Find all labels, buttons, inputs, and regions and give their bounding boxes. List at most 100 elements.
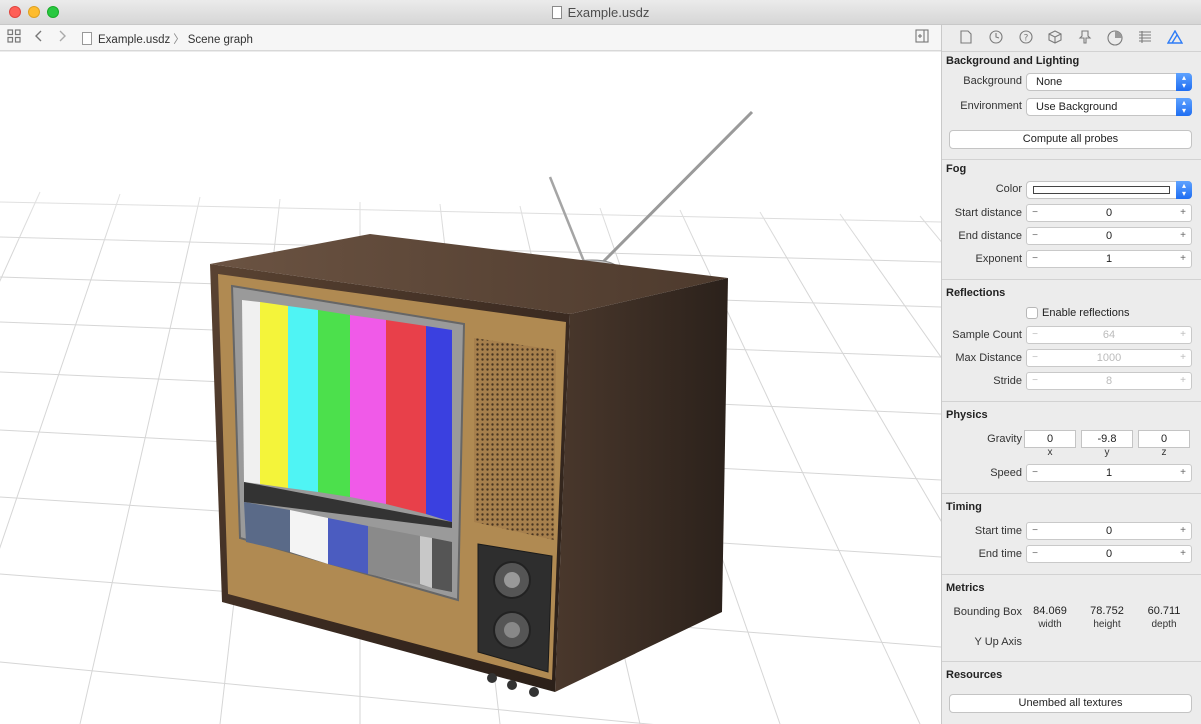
decrement-button[interactable]: − bbox=[1029, 205, 1041, 221]
document-icon bbox=[551, 6, 562, 19]
speed-value[interactable]: 1 bbox=[1041, 465, 1177, 481]
button-1 bbox=[487, 673, 497, 683]
divider bbox=[942, 574, 1201, 575]
sample-count-stepper[interactable]: −64 + bbox=[1026, 326, 1192, 344]
material-icon[interactable] bbox=[1107, 30, 1123, 46]
document-icon bbox=[82, 32, 92, 45]
start-time-label: Start time bbox=[974, 525, 1022, 537]
fog-color-swatch bbox=[1033, 186, 1170, 194]
fog-exponent-stepper[interactable]: −1 + bbox=[1026, 250, 1192, 268]
decrement-button[interactable]: − bbox=[1029, 373, 1041, 389]
environment-popup[interactable]: Use Background ▴ ▾ bbox=[1026, 98, 1192, 116]
stride-stepper[interactable]: −8 + bbox=[1026, 372, 1192, 390]
gravity-label: Gravity bbox=[987, 433, 1022, 445]
layers-icon[interactable] bbox=[1137, 30, 1153, 46]
compute-all-probes-button[interactable]: Compute all probes bbox=[949, 130, 1192, 149]
bbox-width-label: width bbox=[1038, 619, 1062, 630]
fog-end-stepper[interactable]: −0 + bbox=[1026, 227, 1192, 245]
speed-stepper[interactable]: −1 + bbox=[1026, 464, 1192, 482]
bbox-height-value: 78.752 bbox=[1090, 605, 1124, 617]
section-title-physics: Physics bbox=[946, 409, 988, 421]
bbox-width-value: 84.069 bbox=[1033, 605, 1067, 617]
increment-button[interactable]: + bbox=[1177, 465, 1189, 481]
increment-button[interactable]: + bbox=[1177, 350, 1189, 366]
background-popup[interactable]: None ▴ ▾ bbox=[1026, 73, 1192, 91]
background-label: Background bbox=[963, 75, 1022, 87]
fog-start-stepper[interactable]: −0 + bbox=[1026, 204, 1192, 222]
fog-end-label: End distance bbox=[958, 230, 1022, 242]
increment-button[interactable]: + bbox=[1177, 251, 1189, 267]
window-title-text: Example.usdz bbox=[567, 5, 650, 20]
fog-end-value[interactable]: 0 bbox=[1041, 228, 1177, 244]
sample-count-value[interactable]: 64 bbox=[1041, 327, 1177, 343]
speaker-grill bbox=[474, 338, 556, 540]
color-bars bbox=[242, 300, 452, 592]
fog-color-label: Color bbox=[995, 183, 1022, 195]
start-time-value[interactable]: 0 bbox=[1041, 523, 1177, 539]
divider bbox=[942, 661, 1201, 662]
popup-arrows-icon: ▴ ▾ bbox=[1176, 181, 1192, 199]
forward-icon[interactable] bbox=[57, 29, 67, 46]
start-time-stepper[interactable]: −0 + bbox=[1026, 522, 1192, 540]
end-time-label: End time bbox=[978, 548, 1022, 560]
popup-arrows-icon: ▴ ▾ bbox=[1176, 98, 1192, 116]
decrement-button[interactable]: − bbox=[1029, 465, 1041, 481]
divider bbox=[942, 493, 1201, 494]
gravity-z-field[interactable]: 0 bbox=[1138, 430, 1190, 448]
file-icon[interactable] bbox=[958, 30, 974, 46]
bbox-depth-label: depth bbox=[1151, 619, 1177, 630]
section-title-background-lighting: Background and Lighting bbox=[946, 55, 1080, 67]
max-distance-stepper[interactable]: −1000 + bbox=[1026, 349, 1192, 367]
max-distance-value[interactable]: 1000 bbox=[1041, 350, 1177, 366]
unembed-textures-button[interactable]: Unembed all textures bbox=[949, 694, 1192, 713]
gravity-x-field[interactable]: 0 bbox=[1024, 430, 1076, 448]
bbox-depth-value: 60.711 bbox=[1147, 605, 1181, 617]
scene-icon[interactable] bbox=[1166, 29, 1184, 46]
breadcrumb-separator: 〉 bbox=[173, 34, 185, 46]
sample-count-label: Sample Count bbox=[952, 329, 1022, 341]
popup-arrows-icon: ▴ ▾ bbox=[1176, 73, 1192, 91]
node-icon[interactable] bbox=[1077, 30, 1093, 46]
help-icon[interactable]: ? bbox=[1018, 30, 1034, 46]
toggle-inspector-icon[interactable] bbox=[915, 29, 929, 46]
stride-label: Stride bbox=[993, 375, 1022, 387]
gravity-y-field[interactable]: -9.8 bbox=[1081, 430, 1133, 448]
breadcrumb-scene-graph[interactable]: Scene graph bbox=[188, 34, 253, 46]
increment-button[interactable]: + bbox=[1177, 546, 1189, 562]
divider bbox=[942, 401, 1201, 402]
breadcrumb-file[interactable]: Example.usdz bbox=[98, 34, 170, 46]
decrement-button[interactable]: − bbox=[1029, 523, 1041, 539]
breadcrumb: Example.usdz 〉 Scene graph bbox=[82, 31, 253, 47]
end-time-stepper[interactable]: −0 + bbox=[1026, 545, 1192, 563]
fog-color-well[interactable]: ▴ ▾ bbox=[1026, 181, 1192, 199]
enable-reflections-label[interactable]: Enable reflections bbox=[1042, 307, 1129, 319]
cube-icon[interactable] bbox=[1047, 30, 1063, 46]
max-distance-label: Max Distance bbox=[955, 352, 1022, 364]
increment-button[interactable]: + bbox=[1177, 373, 1189, 389]
button-3 bbox=[529, 687, 539, 697]
decrement-button[interactable]: − bbox=[1029, 546, 1041, 562]
scene-viewport[interactable] bbox=[0, 52, 941, 724]
increment-button[interactable]: + bbox=[1177, 327, 1189, 343]
end-time-value[interactable]: 0 bbox=[1041, 546, 1177, 562]
decrement-button[interactable]: − bbox=[1029, 251, 1041, 267]
fog-start-value[interactable]: 0 bbox=[1041, 205, 1177, 221]
decrement-button[interactable]: − bbox=[1029, 327, 1041, 343]
grid-view-icon[interactable] bbox=[7, 29, 21, 46]
environment-popup-value: Use Background bbox=[1036, 101, 1118, 113]
fog-exponent-value[interactable]: 1 bbox=[1041, 251, 1177, 267]
section-title-timing: Timing bbox=[946, 501, 982, 513]
section-title-resources: Resources bbox=[946, 669, 1003, 681]
decrement-button[interactable]: − bbox=[1029, 350, 1041, 366]
clock-icon[interactable] bbox=[988, 30, 1004, 46]
stride-value[interactable]: 8 bbox=[1041, 373, 1177, 389]
increment-button[interactable]: + bbox=[1177, 523, 1189, 539]
svg-text:?: ? bbox=[1024, 34, 1029, 44]
increment-button[interactable]: + bbox=[1177, 205, 1189, 221]
decrement-button[interactable]: − bbox=[1029, 228, 1041, 244]
toolbar: Example.usdz 〉 Scene graph bbox=[0, 25, 941, 51]
enable-reflections-checkbox[interactable] bbox=[1026, 307, 1038, 319]
background-popup-value: None bbox=[1036, 76, 1063, 88]
increment-button[interactable]: + bbox=[1177, 228, 1189, 244]
back-icon[interactable] bbox=[34, 29, 44, 46]
